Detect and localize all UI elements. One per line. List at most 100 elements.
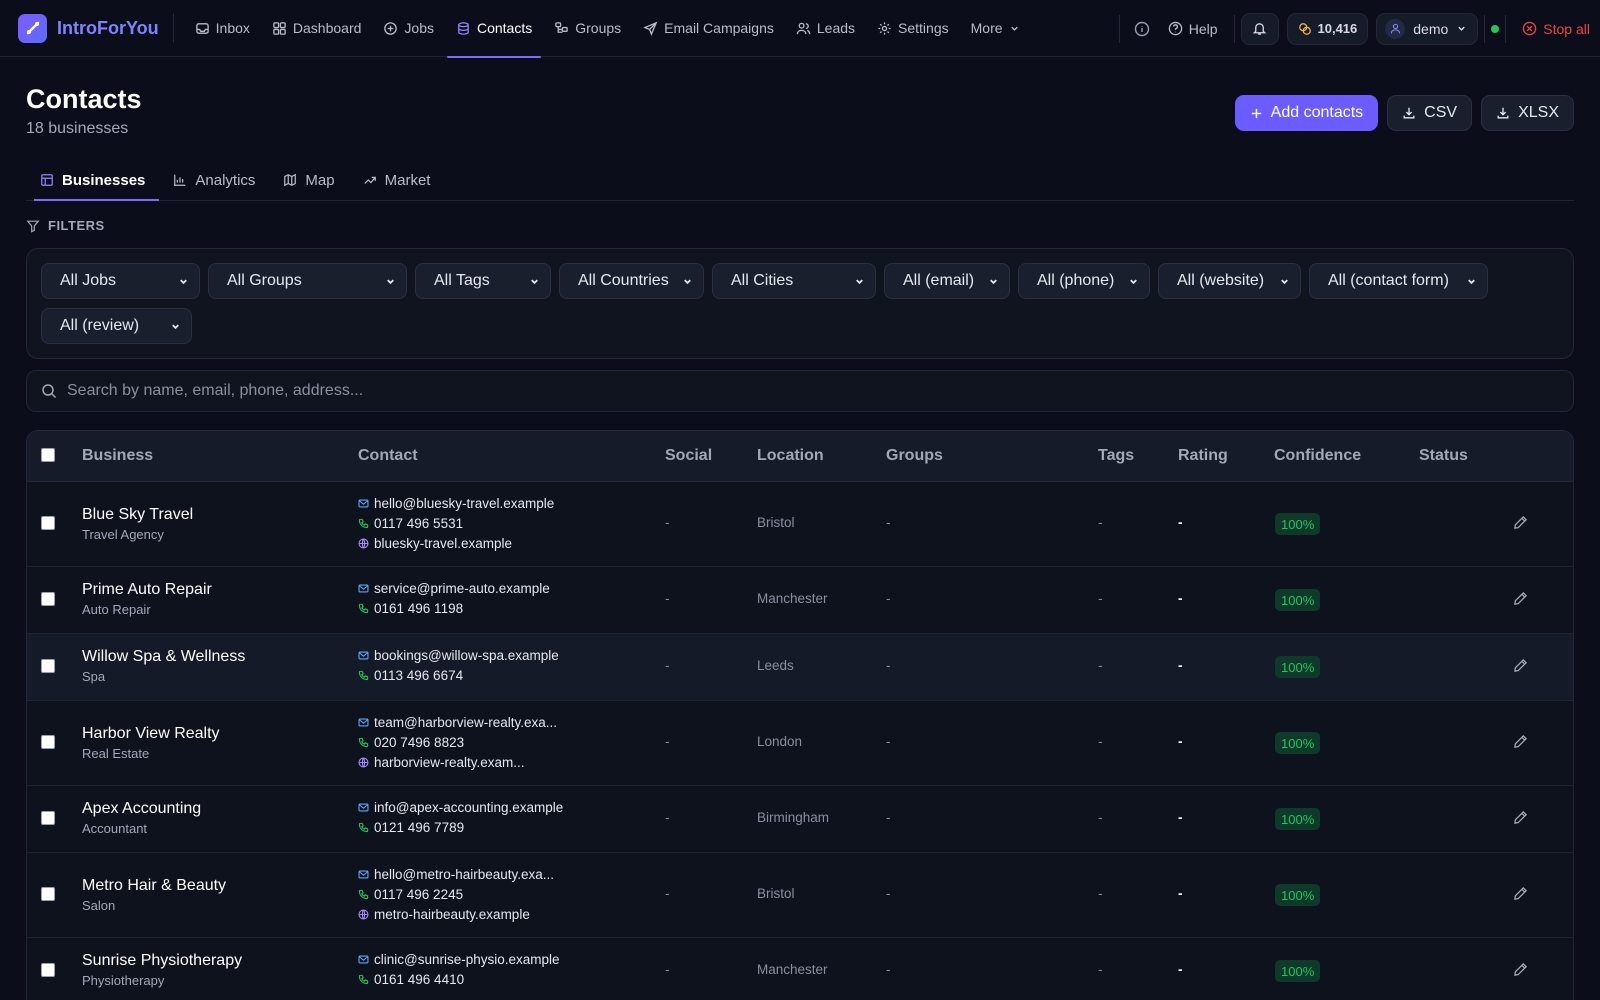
filter-tags-select[interactable]: All Tags (415, 263, 551, 299)
table-row[interactable]: Apex Accounting Accountant info@apex-acc… (27, 786, 1573, 853)
tab-analytics[interactable]: Analytics (159, 160, 269, 200)
contact-email[interactable]: clinic@sunrise-physio.example (358, 952, 560, 967)
contact-email[interactable]: bookings@willow-spa.example (358, 648, 559, 663)
contact-email[interactable]: service@prime-auto.example (358, 581, 550, 596)
user-menu[interactable]: demo (1376, 12, 1479, 45)
business-name[interactable]: Apex Accounting (82, 800, 201, 818)
export-xlsx-button[interactable]: XLSX (1481, 95, 1574, 131)
edit-button[interactable] (1513, 658, 1528, 678)
tab-businesses[interactable]: Businesses (26, 160, 160, 201)
add-contacts-button[interactable]: Add contacts (1234, 95, 1379, 131)
table-row[interactable]: Willow Spa & Wellness Spa bookings@willo… (27, 634, 1573, 701)
business-name[interactable]: Harbor View Realty (82, 725, 220, 743)
contact-email[interactable]: team@harborview-realty.exa... (358, 715, 557, 730)
edit-button[interactable] (1513, 810, 1528, 830)
contact-website[interactable]: bluesky-travel.example (358, 536, 512, 551)
select-all-checkbox[interactable] (41, 448, 55, 462)
chevron-down-icon (684, 279, 691, 285)
contact-email[interactable]: hello@metro-hairbeauty.exa... (358, 867, 554, 882)
info-button[interactable] (1126, 13, 1158, 45)
table-row[interactable]: Metro Hair & Beauty Salon hello@metro-ha… (27, 853, 1573, 938)
contact-email[interactable]: hello@bluesky-travel.example (358, 496, 554, 511)
contact-phone[interactable]: 0161 496 1198 (358, 601, 463, 616)
phone-text: 0161 496 1198 (374, 601, 464, 616)
column-header-location[interactable]: Location (757, 447, 824, 465)
edit-button[interactable] (1513, 886, 1528, 906)
credits-badge[interactable]: 10,416 (1286, 12, 1369, 45)
contact-phone[interactable]: 0121 496 7789 (358, 820, 464, 835)
column-header-contact[interactable]: Contact (358, 447, 418, 465)
nav-item-more[interactable]: More (960, 0, 1031, 57)
row-checkbox[interactable] (41, 516, 55, 530)
business-name[interactable]: Blue Sky Travel (82, 506, 193, 524)
contact-website[interactable]: metro-hairbeauty.example (358, 907, 530, 922)
row-checkbox[interactable] (41, 963, 55, 977)
contact-phone[interactable]: 0161 496 4410 (358, 972, 464, 987)
column-header-status[interactable]: Status (1419, 447, 1468, 465)
table-row[interactable]: Blue Sky Travel Travel Agency hello@blue… (27, 482, 1573, 567)
row-checkbox[interactable] (41, 592, 55, 606)
edit-button[interactable] (1513, 734, 1528, 754)
filter-jobs-select[interactable]: All Jobs (41, 263, 200, 299)
tags-cell: - (1098, 962, 1103, 977)
contact-phone[interactable]: 020 7496 8823 (358, 735, 464, 750)
business-name[interactable]: Sunrise Physiotherapy (82, 952, 242, 970)
stop-all-button[interactable]: Stop all (1512, 21, 1600, 37)
row-checkbox[interactable] (41, 811, 55, 825)
contact-phone[interactable]: 0117 496 2245 (358, 887, 463, 902)
phone-icon (358, 737, 369, 748)
contact-phone[interactable]: 0113 496 6674 (358, 668, 463, 683)
filter-countries-select[interactable]: All Countries (559, 263, 704, 299)
nav-item-inbox[interactable]: Inbox (184, 0, 261, 57)
column-header-social[interactable]: Social (665, 447, 712, 465)
notifications-button[interactable] (1240, 12, 1279, 45)
contact-website[interactable]: harborview-realty.exam... (358, 755, 525, 770)
column-header-rating[interactable]: Rating (1178, 447, 1228, 465)
edit-button[interactable] (1513, 962, 1528, 982)
contact-email[interactable]: info@apex-accounting.example (358, 800, 563, 815)
nav-item-leads[interactable]: Leads (785, 0, 866, 57)
globe-icon (358, 538, 369, 549)
nav-item-label: More (970, 20, 1003, 36)
filter-email-select[interactable]: All (email) (884, 263, 1010, 299)
business-name[interactable]: Metro Hair & Beauty (82, 877, 226, 895)
table-row[interactable]: Harbor View Realty Real Estate team@harb… (27, 701, 1573, 786)
tab-market[interactable]: Market (349, 160, 445, 200)
filter-contact-form-select[interactable]: All (contact form) (1309, 263, 1488, 299)
row-checkbox[interactable] (41, 735, 55, 749)
edit-button[interactable] (1513, 591, 1528, 611)
filter-groups-select[interactable]: All Groups (208, 263, 407, 299)
filter-phone-select[interactable]: All (phone) (1018, 263, 1150, 299)
edit-button[interactable] (1513, 515, 1528, 535)
business-name[interactable]: Willow Spa & Wellness (82, 648, 245, 666)
nav-item-dashboard[interactable]: Dashboard (261, 0, 373, 57)
table-row[interactable]: Sunrise Physiotherapy Physiotherapy clin… (27, 938, 1573, 1000)
tab-map[interactable]: Map (269, 160, 348, 200)
business-type: Salon (82, 898, 116, 913)
nav-item-jobs[interactable]: Jobs (372, 0, 445, 57)
column-header-business[interactable]: Business (82, 447, 153, 465)
app-logo[interactable]: IntroForYou (18, 13, 159, 43)
export-csv-button[interactable]: CSV (1387, 95, 1473, 131)
phone-icon (358, 670, 369, 681)
business-name[interactable]: Prime Auto Repair (82, 581, 212, 599)
social-cell: - (665, 734, 670, 749)
filter-review-select[interactable]: All (review) (41, 308, 192, 344)
table-row[interactable]: Prime Auto Repair Auto Repair service@pr… (27, 567, 1573, 634)
select-value: All Cities (731, 272, 794, 289)
search-input[interactable] (67, 382, 1467, 400)
nav-item-contacts[interactable]: Contacts (445, 0, 543, 58)
column-header-tags[interactable]: Tags (1098, 447, 1134, 465)
row-checkbox[interactable] (41, 887, 55, 901)
filter-cities-select[interactable]: All Cities (712, 263, 876, 299)
contact-phone[interactable]: 0117 496 5531 (358, 516, 463, 531)
filter-website-select[interactable]: All (website) (1158, 263, 1301, 299)
nav-item-settings[interactable]: Settings (866, 0, 960, 57)
nav-item-groups[interactable]: Groups (543, 0, 632, 57)
help-button[interactable]: Help (1158, 0, 1228, 57)
nav-item-email-campaigns[interactable]: Email Campaigns (632, 0, 785, 57)
nav-items: Inbox Dashboard Jobs Contacts Groups Ema… (184, 0, 1031, 58)
column-header-groups[interactable]: Groups (886, 447, 943, 465)
column-header-confidence[interactable]: Confidence (1274, 447, 1361, 465)
row-checkbox[interactable] (41, 659, 55, 673)
